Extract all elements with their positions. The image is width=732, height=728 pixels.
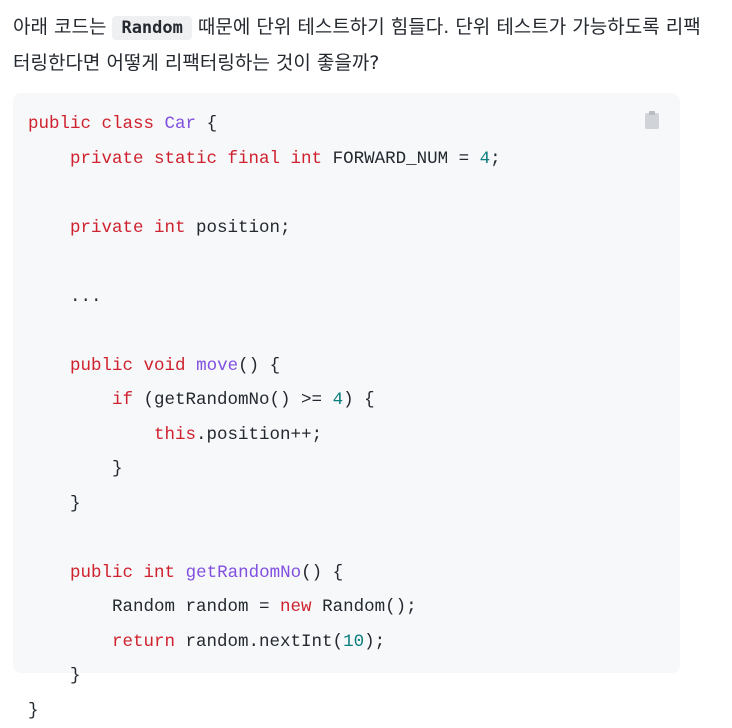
code-token: private static final int — [70, 149, 322, 169]
code-token: random.nextInt( — [175, 632, 343, 652]
code-line: } — [28, 487, 501, 522]
code-token: } — [28, 666, 81, 686]
code-token — [28, 149, 70, 169]
code-token: { — [196, 114, 217, 134]
code-token: ; — [490, 149, 501, 169]
code-token: 4 — [333, 390, 344, 410]
code-line — [28, 245, 501, 280]
code-token: public void — [70, 356, 186, 376]
code-line: } — [28, 694, 501, 728]
code-line: } — [28, 452, 501, 487]
code-line: Random random = new Random(); — [28, 590, 501, 625]
code-token: return — [112, 632, 175, 652]
code-token: () { — [301, 563, 343, 583]
code-token: () { — [238, 356, 280, 376]
code-token: 10 — [343, 632, 364, 652]
code-line: return random.nextInt(10); — [28, 625, 501, 660]
code-token — [175, 563, 186, 583]
code-token: } — [28, 494, 81, 514]
code-line: this.position++; — [28, 418, 501, 453]
inline-code-term: Random — [112, 16, 191, 40]
code-line: } — [28, 659, 501, 694]
code-token — [28, 218, 70, 238]
code-line — [28, 521, 501, 556]
code-line: public void move() { — [28, 349, 501, 384]
clipboard-icon — [642, 110, 662, 130]
code-line: public int getRandomNo() { — [28, 556, 501, 591]
code-token: new — [280, 597, 312, 617]
code-token: public class — [28, 114, 154, 134]
code-token: } — [28, 459, 123, 479]
code-token — [154, 114, 165, 134]
code-token: Random(); — [312, 597, 417, 617]
code-token: ... — [28, 287, 102, 307]
code-content: public class Car { private static final … — [28, 107, 501, 728]
code-token: ) { — [343, 390, 375, 410]
code-token: } — [28, 701, 39, 721]
code-token: getRandomNo — [186, 563, 302, 583]
code-line: private int position; — [28, 211, 501, 246]
code-token: private int — [70, 218, 186, 238]
question-text-before: 아래 코드는 — [13, 16, 106, 38]
code-token — [28, 390, 112, 410]
code-token — [28, 563, 70, 583]
code-token: ); — [364, 632, 385, 652]
code-token: public int — [70, 563, 175, 583]
code-token: if — [112, 390, 133, 410]
code-lines: public class Car { private static final … — [28, 107, 501, 728]
code-token: position; — [186, 218, 291, 238]
code-line: ... — [28, 280, 501, 315]
code-token: (getRandomNo() >= — [133, 390, 333, 410]
code-line: if (getRandomNo() >= 4) { — [28, 383, 501, 418]
code-token — [28, 425, 154, 445]
code-line — [28, 314, 501, 349]
code-token: 4 — [480, 149, 491, 169]
code-token — [28, 356, 70, 376]
code-token: FORWARD_NUM = — [322, 149, 480, 169]
code-line — [28, 176, 501, 211]
code-token: .position++; — [196, 425, 322, 445]
question-text: 아래 코드는Random때문에 단위 테스트하기 힘들다. 단위 테스트가 가능… — [13, 10, 713, 81]
code-token: this — [154, 425, 196, 445]
copy-button[interactable] — [642, 110, 662, 130]
code-block: public class Car { private static final … — [13, 93, 680, 673]
code-token: move — [196, 356, 238, 376]
code-line: public class Car { — [28, 107, 501, 142]
code-token: Car — [165, 114, 197, 134]
code-line: private static final int FORWARD_NUM = 4… — [28, 142, 501, 177]
code-token — [186, 356, 197, 376]
code-token — [28, 632, 112, 652]
code-token: Random random = — [28, 597, 280, 617]
